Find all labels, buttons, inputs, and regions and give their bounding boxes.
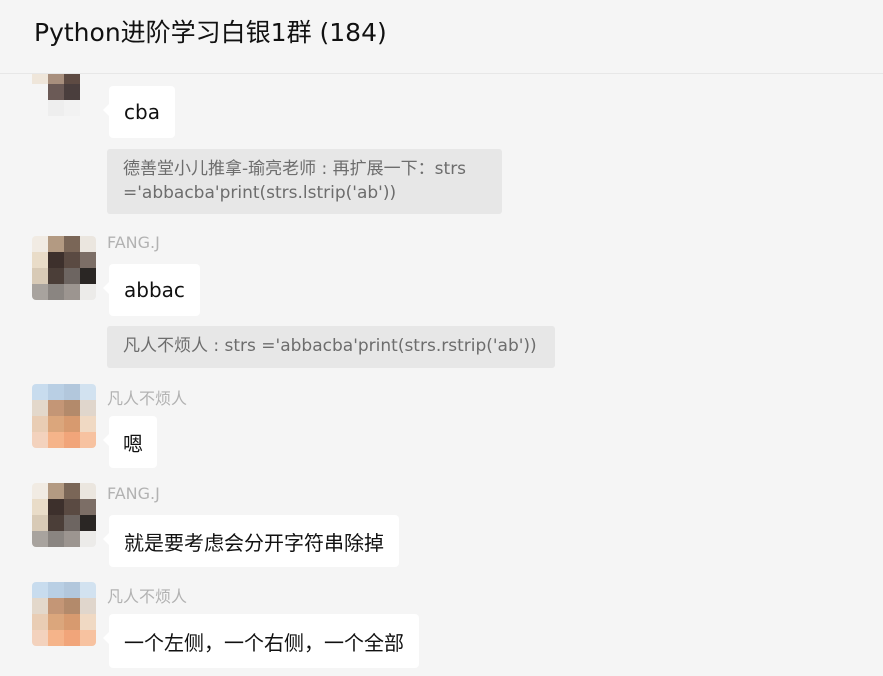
avatar[interactable] [32, 582, 96, 646]
avatar[interactable] [32, 384, 96, 448]
message-bubble[interactable]: 一个左侧，一个右侧，一个全部 [103, 614, 419, 668]
chat-header: Python进阶学习白银1群 (184) [0, 0, 883, 74]
avatar[interactable] [32, 236, 96, 300]
chat-message-list[interactable]: cba 德善堂小儿推拿-瑜亮老师 : 再扩展一下：strs ='abbacba'… [0, 0, 883, 676]
chat-title[interactable]: Python进阶学习白银1群 (184) [34, 13, 387, 49]
quoted-message[interactable]: 凡人不烦人 : strs ='abbacba'print(strs.rstrip… [107, 326, 555, 368]
sender-name: FANG.J [107, 233, 160, 252]
message-text: cba [124, 100, 160, 124]
sender-name: 凡人不烦人 [107, 389, 188, 408]
message-bubble[interactable]: cba [103, 86, 175, 138]
quoted-message[interactable]: 德善堂小儿推拿-瑜亮老师 : 再扩展一下：strs ='abbacba'prin… [107, 149, 502, 214]
message-bubble[interactable]: abbac [103, 264, 200, 316]
message-text: 一个左侧，一个右侧，一个全部 [124, 630, 404, 655]
quote-text: 凡人不烦人 : strs ='abbacba'print(strs.rstrip… [123, 336, 537, 356]
quote-text: 德善堂小儿推拿-瑜亮老师 : 再扩展一下：strs ='abbacba'prin… [123, 159, 467, 203]
avatar[interactable] [32, 483, 96, 547]
message-text: abbac [124, 278, 185, 302]
message-text: 嗯 [123, 431, 143, 456]
sender-name: FANG.J [107, 484, 160, 503]
message-bubble[interactable]: 嗯 [103, 416, 157, 468]
sender-name: 凡人不烦人 [107, 587, 188, 606]
message-text: 就是要考虑会分开字符串除掉 [124, 530, 384, 555]
message-bubble[interactable]: 就是要考虑会分开字符串除掉 [103, 515, 399, 567]
